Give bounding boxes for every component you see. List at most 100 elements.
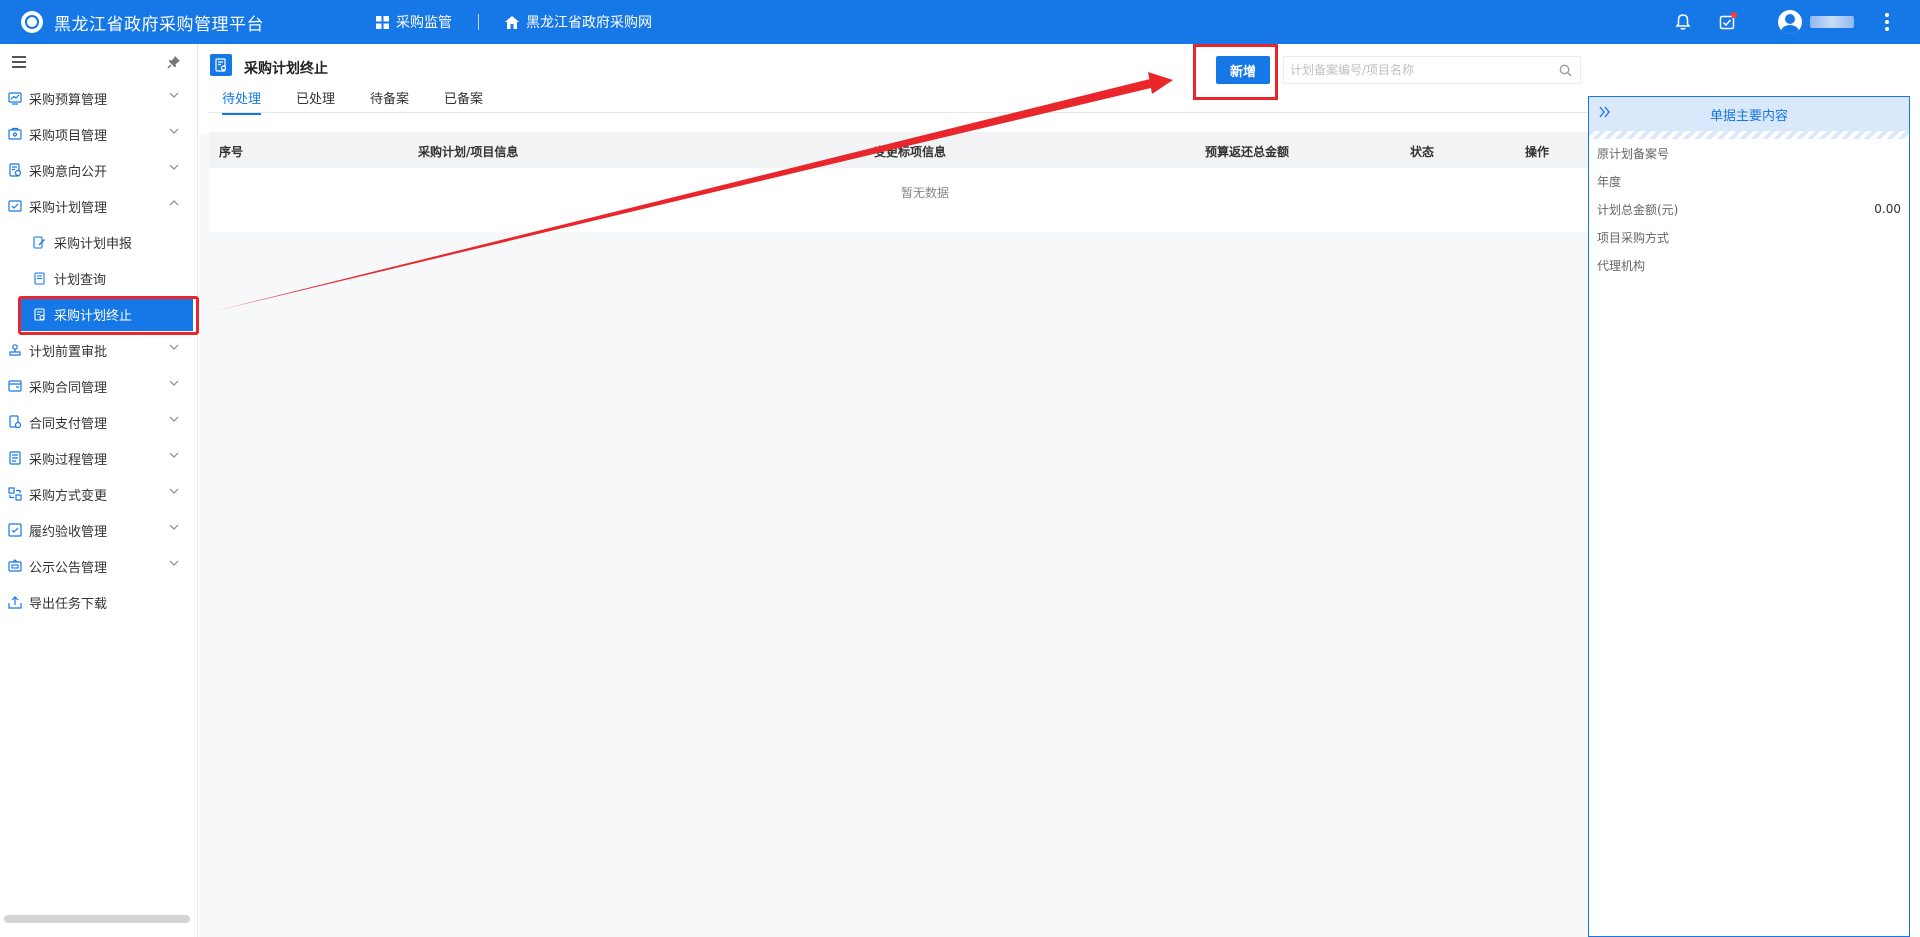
- search-input[interactable]: [1284, 57, 1550, 83]
- search-box: [1283, 56, 1581, 84]
- document-icon: [32, 271, 46, 285]
- column-header-change-item: 变更标项信息: [874, 145, 947, 159]
- sidebar-item-contract[interactable]: 采购合同管理: [0, 368, 197, 404]
- tab-processed[interactable]: 已处理: [296, 88, 335, 115]
- sidebar-subitem-plan-terminate[interactable]: 采购计划终止: [20, 297, 193, 331]
- chevron-down-icon: [169, 380, 179, 386]
- panel-field-agency: 代理机构: [1589, 251, 1909, 279]
- tab-filed[interactable]: 已备案: [444, 88, 483, 115]
- table-header: 序号 采购计划/项目信息 变更标项信息 预算返还总金额 状态 操作: [209, 132, 1589, 168]
- topnav-supervision-label: 采购监管: [396, 15, 452, 31]
- tabs-divider: [209, 112, 1587, 113]
- chevron-down-icon: [169, 164, 179, 170]
- column-header-budget-return: 预算返还总金额: [1205, 145, 1290, 159]
- empty-state-text: 暂无数据: [900, 186, 949, 200]
- field-label: 计划总金额(元): [1597, 202, 1679, 217]
- main-content: 采购计划终止 待处理 已处理 待备案 已备案 新增 序号 采购计划/项目信息 变…: [199, 44, 1589, 937]
- sidebar-item-intent[interactable]: 采购意向公开: [0, 152, 197, 188]
- collapse-menu-icon[interactable]: [12, 56, 26, 68]
- sidebar-item-notice[interactable]: 公示公告管理: [0, 548, 197, 584]
- pin-icon[interactable]: [167, 55, 181, 69]
- plan-icon: [8, 199, 22, 213]
- panel-field-year: 年度: [1589, 167, 1909, 195]
- topnav-supervision-link[interactable]: 采购监管: [376, 12, 452, 32]
- sidebar-item-export[interactable]: 导出任务下载: [0, 584, 197, 620]
- chevron-down-icon: [169, 488, 179, 494]
- sidebar-item-label: 公示公告管理: [29, 560, 108, 576]
- tab-pending-filing[interactable]: 待备案: [370, 88, 409, 115]
- topnav-procurement-site-link[interactable]: 黑龙江省政府采购网: [505, 12, 652, 32]
- sidebar-item-preapproval[interactable]: 计划前置审批: [0, 332, 197, 368]
- field-label: 原计划备案号: [1597, 146, 1670, 161]
- sidebar-subitem-plan-declare[interactable]: 采购计划申报: [0, 224, 197, 260]
- edit-doc-icon: [32, 235, 46, 249]
- contract-icon: [8, 379, 22, 393]
- export-icon: [8, 595, 22, 609]
- field-label: 代理机构: [1597, 258, 1646, 273]
- sidebar-item-acceptance[interactable]: 履约验收管理: [0, 512, 197, 548]
- sidebar-item-method-change[interactable]: 采购方式变更: [0, 476, 197, 512]
- top-bar: 黑龙江省政府采购管理平台 采购监管 黑龙江省政府采购网: [0, 0, 1920, 44]
- more-menu-icon[interactable]: [1876, 11, 1898, 33]
- status-tabs: 待处理 已处理 待备案 已备案: [222, 88, 518, 115]
- column-header-status: 状态: [1410, 145, 1435, 159]
- payment-icon: [8, 415, 22, 429]
- chevron-down-icon: [169, 344, 179, 350]
- app-title: 黑龙江省政府采购管理平台: [54, 14, 264, 35]
- column-header-plan-info: 采购计划/项目信息: [418, 145, 519, 159]
- sidebar-subitem-plan-query[interactable]: 计划查询: [0, 260, 197, 296]
- panel-header-zigzag: [1589, 131, 1909, 139]
- sidebar-item-project[interactable]: 采购项目管理: [0, 116, 197, 152]
- panel-field-total-amount: 计划总金额(元) 0.00: [1589, 195, 1909, 223]
- field-value: 0.00: [1874, 202, 1901, 216]
- sidebar-subitem-label: 采购计划申报: [54, 236, 133, 252]
- sidebar-item-label: 计划前置审批: [29, 344, 108, 360]
- sidebar-item-process[interactable]: 采购过程管理: [0, 440, 197, 476]
- grid-icon: [376, 15, 389, 29]
- page-title: 采购计划终止: [244, 61, 328, 77]
- tab-pending[interactable]: 待处理: [222, 88, 262, 115]
- method-icon: [8, 487, 22, 501]
- task-badge-dot: [1731, 12, 1737, 18]
- panel-field-original-plan-no: 原计划备案号: [1589, 139, 1909, 167]
- top-right-tools: [1672, 0, 1920, 44]
- double-chevron-right-icon[interactable]: [1599, 106, 1611, 122]
- sidebar-subitem-label: 计划查询: [54, 272, 107, 288]
- platform-logo-icon: [21, 11, 43, 33]
- user-name-blurred[interactable]: [1810, 16, 1854, 28]
- topnav-separator: [478, 14, 479, 30]
- page-doc-icon: [210, 54, 232, 76]
- sidebar-horizontal-scrollbar[interactable]: [4, 915, 190, 923]
- terminate-doc-icon: [32, 307, 46, 321]
- sidebar-item-label: 采购意向公开: [29, 164, 108, 180]
- panel-title: 单据主要内容: [1709, 108, 1788, 124]
- topnav-procurement-site-label: 黑龙江省政府采购网: [526, 15, 652, 31]
- chevron-down-icon: [169, 560, 179, 566]
- notice-icon: [8, 559, 22, 573]
- sidebar-item-budget[interactable]: 采购预算管理: [0, 80, 197, 116]
- user-avatar[interactable]: [1778, 10, 1802, 34]
- page-header: 采购计划终止 待处理 已处理 待备案 已备案 新增: [199, 44, 1589, 134]
- task-check-icon[interactable]: [1716, 11, 1738, 33]
- sidebar-item-payment[interactable]: 合同支付管理: [0, 404, 197, 440]
- document-summary-panel: 单据主要内容 原计划备案号 年度 计划总金额(元) 0.00 项目采购方式 代理…: [1588, 96, 1910, 937]
- search-icon[interactable]: [1550, 64, 1580, 77]
- sidebar-item-label: 采购计划管理: [29, 200, 108, 216]
- chevron-down-icon: [169, 416, 179, 422]
- data-table: 序号 采购计划/项目信息 变更标项信息 预算返还总金额 状态 操作 暂无数据: [209, 132, 1589, 232]
- field-label: 项目采购方式: [1597, 230, 1670, 245]
- chevron-up-icon: [169, 200, 179, 206]
- sidebar-item-label: 采购预算管理: [29, 92, 108, 108]
- approval-icon: [8, 343, 22, 357]
- top-nav: 采购监管 黑龙江省政府采购网: [376, 12, 652, 32]
- sidebar-item-plan[interactable]: 采购计划管理: [0, 188, 197, 224]
- column-header-action: 操作: [1525, 145, 1550, 159]
- sidebar: 采购预算管理 采购项目管理 采购意向公开 采购计划管理 采购计划申报 计划查询 …: [0, 44, 198, 937]
- sidebar-item-label: 采购项目管理: [29, 128, 108, 144]
- chevron-down-icon: [169, 92, 179, 98]
- sidebar-subitem-label: 采购计划终止: [54, 308, 133, 324]
- sidebar-item-label: 采购合同管理: [29, 380, 108, 396]
- add-button[interactable]: 新增: [1216, 56, 1270, 84]
- notification-bell-icon[interactable]: [1672, 11, 1694, 33]
- chevron-down-icon: [169, 524, 179, 530]
